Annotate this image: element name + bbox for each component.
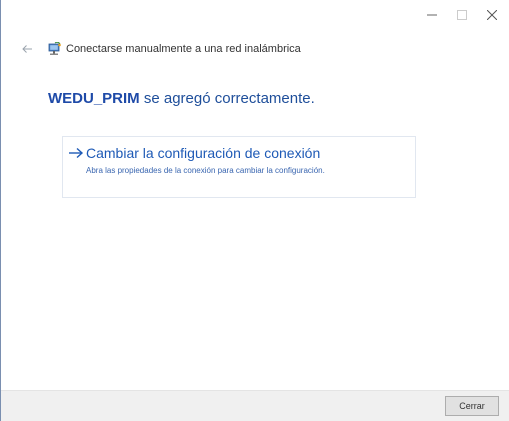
wizard-window: Conectarse manualmente a una red inalámb… [0,0,509,421]
success-message: WEDU_PRIM se agregó correctamente. [48,90,315,107]
close-button[interactable]: Cerrar [445,396,499,416]
wireless-network-icon [47,41,61,57]
network-name: WEDU_PRIM [48,90,140,107]
option-title: Cambiar la configuración de conexión [86,145,321,161]
footer-bar: Cerrar [1,390,509,421]
title-bar [0,0,509,30]
minimize-icon [427,7,437,25]
back-button[interactable] [20,43,34,57]
change-connection-settings-option[interactable]: Cambiar la configuración de conexión Abr… [62,136,416,198]
right-arrow-icon [68,146,84,160]
window-border [0,0,1,421]
maximize-icon [457,7,467,25]
back-arrow-icon [22,41,32,59]
close-icon [486,7,498,25]
maximize-button[interactable] [447,6,477,26]
minimize-button[interactable] [417,6,447,26]
wizard-title: Conectarse manualmente a una red inalámb… [66,43,301,55]
success-text: se agregó correctamente. [139,90,315,107]
wizard-header: Conectarse manualmente a una red inalámb… [0,40,509,60]
close-window-button[interactable] [477,6,507,26]
option-description: Abra las propiedades de la conexión para… [86,166,325,175]
